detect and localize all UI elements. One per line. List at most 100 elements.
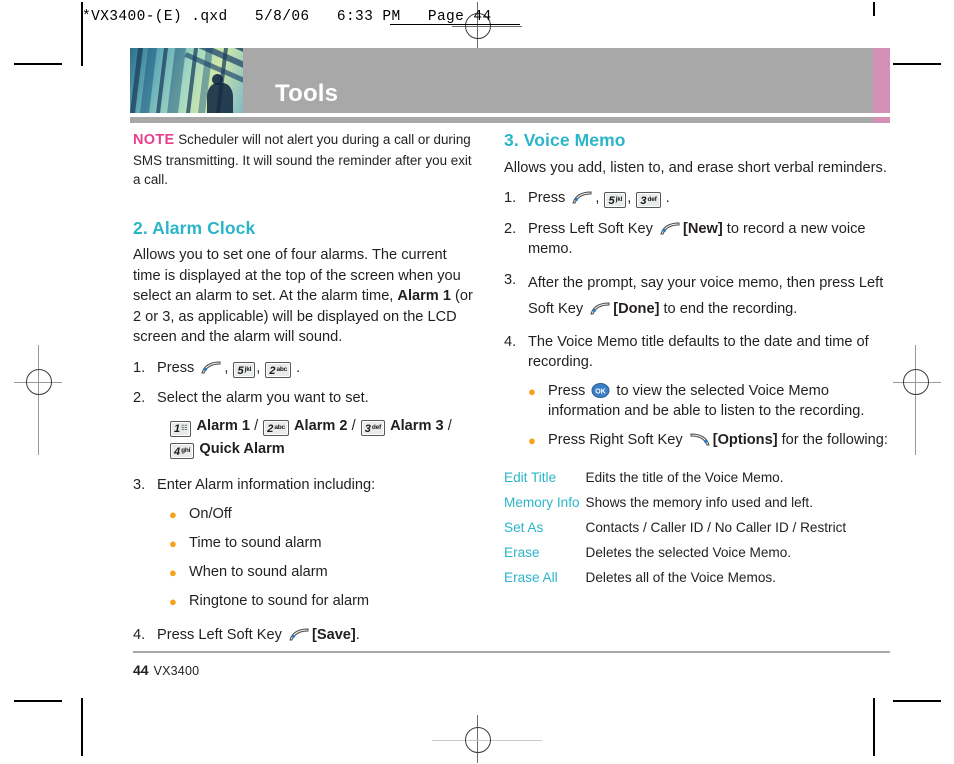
- alarm-step-2-number: 2.: [133, 390, 146, 406]
- crop-mark-top-left-h: [14, 63, 62, 65]
- footer-rule: [133, 651, 890, 653]
- registration-mark-left: [26, 369, 52, 395]
- keycap-2-number: 2: [269, 364, 276, 377]
- prepress-file-info: *VX3400-(E) .qxd 5/8/06 6:33 PM Page 44: [82, 9, 492, 25]
- list-item: ● Ringtone to sound for alarm: [133, 591, 478, 612]
- keycap-3-voice-number: 3: [640, 195, 647, 207]
- keycap-4-alarm-letters: ghi: [181, 446, 191, 454]
- alarm-clock-intro-bold: Alarm 1: [397, 288, 451, 304]
- alarm-step-1-comma1: ,: [224, 359, 233, 376]
- alarm-choice-label-1: Alarm 1: [196, 417, 251, 434]
- alarm-choice-label-2: Alarm 2: [294, 417, 348, 434]
- option-desc-erase-all: Deletes all of the Voice Memos.: [585, 569, 776, 585]
- keycap-1: 1☷: [170, 420, 192, 437]
- voice-step-1-comma2: ,: [627, 190, 636, 206]
- keycap-2-alarm: 2abc: [263, 419, 289, 436]
- crop-mark-top-right-h: [893, 63, 941, 65]
- keycap-2-alarm-number: 2: [267, 422, 274, 435]
- registration-line-left-v: [38, 345, 39, 455]
- keycap-3-alarm: 3def: [360, 419, 386, 436]
- keycap-4-alarm-number: 4: [174, 445, 181, 458]
- alarm-choice-label-3: Alarm 3: [390, 417, 444, 434]
- voice-step-4-number: 4.: [504, 333, 517, 350]
- option-name-memory-info: Memory Info: [504, 494, 580, 510]
- svg-text:OK: OK: [596, 388, 607, 395]
- note-block: NOTE Scheduler will not alert you during…: [133, 130, 478, 190]
- list-item: ● Time to sound alarm: [133, 533, 478, 554]
- voice-step-4: 4. The Voice Memo title defaults to the …: [504, 332, 892, 373]
- voice-bullet-1: Press OK to view the selected Voice Memo…: [548, 381, 892, 422]
- alarm-bullet-4: Ringtone to sound for alarm: [189, 592, 370, 609]
- page-banner: [130, 48, 890, 113]
- table-row: Erase All Deletes all of the Voice Memos…: [504, 569, 892, 594]
- alarm-step-1-pre: Press: [157, 359, 199, 376]
- voice-step-3: 3. After the prompt, say your voice memo…: [504, 270, 892, 322]
- alarm-step-1-comma2: ,: [256, 359, 265, 376]
- voice-step-2-text: Press Left Soft Key [New] to record a ne…: [528, 219, 892, 260]
- alarm-bullet-2: Time to sound alarm: [189, 534, 322, 551]
- section-heading-alarm-clock: 2. Alarm Clock: [133, 217, 256, 238]
- list-item: ● On/Off: [133, 504, 478, 525]
- voice-step-1-comma1: ,: [595, 190, 604, 206]
- crop-mark-bottom-right-h: [893, 700, 941, 702]
- keycap-3-voice-letters: def: [647, 196, 657, 203]
- right-soft-key-icon: [689, 432, 711, 447]
- keycap-3-voice: 3def: [636, 192, 661, 208]
- keycap-3-alarm-letters: def: [371, 423, 382, 431]
- voice-bullet-2-bold: [Options]: [712, 431, 778, 448]
- bullet-dot-icon: ●: [169, 506, 177, 522]
- footer: 44 VX3400: [133, 662, 199, 678]
- voice-step-2-number: 2.: [504, 220, 517, 237]
- option-desc-memory-info: Shows the memory info used and left.: [585, 494, 813, 510]
- option-desc-edit-title: Edits the title of the Voice Memo.: [585, 469, 784, 485]
- alarm-choice-label-4: Quick Alarm: [199, 440, 285, 457]
- alarm-choices-row: 1☷ Alarm 1 / 2abc Alarm 2 / 3def Alarm 3…: [133, 416, 478, 460]
- ok-key-icon: OK: [591, 382, 610, 398]
- option-desc-erase: Deletes the selected Voice Memo.: [585, 544, 792, 560]
- keycap-3-alarm-number: 3: [364, 422, 371, 435]
- registration-mark-right: [903, 369, 929, 395]
- alarm-choice-sep-1: /: [254, 417, 259, 434]
- table-row: Erase Deletes the selected Voice Memo.: [504, 544, 892, 569]
- crop-mark-bottom-right-v: [873, 698, 875, 756]
- right-column: 3. Voice Memo Allows you add, listen to,…: [504, 130, 892, 594]
- alarm-step-1: 1. Press , 5jkl, 2abc .: [133, 358, 478, 379]
- alarm-choice-sep-2: /: [351, 417, 356, 434]
- voice-step-2-pre: Press Left Soft Key: [528, 220, 657, 237]
- left-soft-key-icon: [589, 299, 611, 314]
- keycap-5-voice: 5jkl: [604, 192, 627, 208]
- voice-step-1-text: Press , 5jkl, 3def .: [528, 188, 892, 209]
- voice-step-1: 1. Press , 5jkl, 3def .: [504, 188, 892, 209]
- voice-step-2-bold: [New]: [682, 220, 723, 237]
- option-name-erase-all: Erase All: [504, 569, 558, 585]
- alarm-step-4-bold: [Save]: [311, 626, 356, 643]
- voice-step-3-text: After the prompt, say your voice memo, t…: [528, 270, 892, 322]
- bullet-dot-icon: ●: [169, 593, 177, 609]
- bullet-dot-icon: ●: [169, 535, 177, 551]
- alarm-clock-intro: Allows you to set one of four alarms. Th…: [133, 245, 478, 348]
- alarm-step-4: 4. Press Left Soft Key [Save].: [133, 625, 478, 646]
- left-soft-key-icon: [288, 627, 310, 642]
- banner-sub-bar: [130, 117, 890, 123]
- option-name-erase: Erase: [504, 544, 540, 560]
- voice-bullet-1-pre: Press: [548, 382, 590, 399]
- voice-memo-options-table: Edit Title Edits the title of the Voice …: [504, 469, 892, 594]
- keycap-2-letters: abc: [276, 365, 288, 373]
- alarm-step-2-text: Select the alarm you want to set.: [157, 390, 369, 406]
- voice-bullet-2-post: for the following:: [777, 431, 888, 448]
- prepress-file-info-rule: [390, 24, 520, 25]
- bullet-dot-icon: ●: [169, 564, 177, 580]
- section-heading-voice-memo: 3. Voice Memo: [504, 130, 626, 150]
- alarm-bullet-3: When to sound alarm: [189, 563, 328, 580]
- page-number: 44: [133, 662, 149, 678]
- banner-sub-bar-gray: [130, 117, 873, 123]
- bullet-dot-icon: ●: [528, 432, 536, 448]
- left-soft-key-icon: [659, 221, 681, 236]
- keycap-2: 2abc: [265, 361, 292, 378]
- keycap-5-number: 5: [237, 364, 244, 377]
- note-text: Scheduler will not alert you during a ca…: [133, 132, 472, 187]
- keycap-1-number: 1: [174, 422, 181, 435]
- left-soft-key-icon: [200, 360, 222, 375]
- footer-model: VX3400: [153, 664, 200, 678]
- registration-mark-bottom: [465, 727, 491, 753]
